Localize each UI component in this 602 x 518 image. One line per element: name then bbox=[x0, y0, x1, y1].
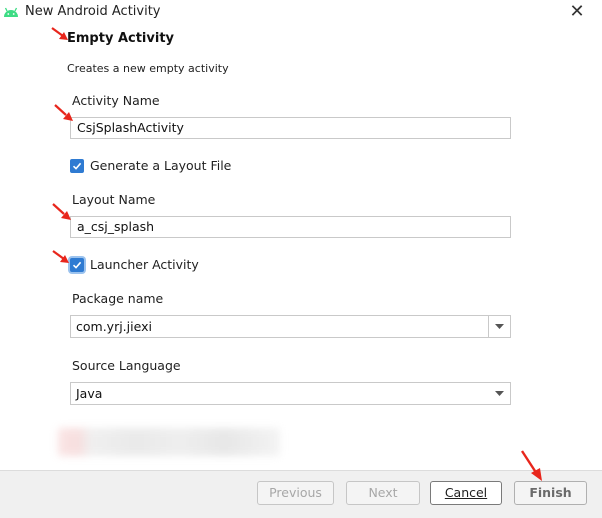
annotation-arrow-icon bbox=[520, 450, 542, 481]
annotation-arrow-icon bbox=[54, 104, 73, 121]
blurred-region bbox=[58, 428, 280, 456]
package-name-combo[interactable]: com.yrj.jiexi bbox=[70, 315, 511, 338]
page-subtitle: Creates a new empty activity bbox=[67, 62, 229, 75]
package-name-value[interactable]: com.yrj.jiexi bbox=[76, 318, 152, 335]
source-language-value: Java bbox=[76, 386, 103, 401]
page-title: Empty Activity bbox=[67, 31, 175, 46]
chevron-down-icon[interactable] bbox=[488, 316, 510, 337]
launcher-activity-checkbox[interactable] bbox=[70, 258, 84, 272]
source-language-label: Source Language bbox=[72, 358, 181, 373]
cancel-button[interactable]: Cancel bbox=[430, 481, 502, 505]
source-language-select[interactable]: Java bbox=[70, 382, 511, 405]
activity-name-label: Activity Name bbox=[72, 93, 160, 108]
activity-name-field[interactable]: CsjSplashActivity bbox=[70, 117, 511, 139]
annotation-arrow-icon bbox=[52, 250, 69, 263]
annotation-arrow-icon bbox=[52, 203, 71, 220]
cancel-button-label: Cancel bbox=[444, 485, 488, 500]
window-title: New Android Activity bbox=[25, 4, 161, 19]
generate-layout-checkbox[interactable] bbox=[70, 159, 84, 173]
chevron-down-icon[interactable] bbox=[489, 383, 510, 404]
finish-button[interactable]: Finish bbox=[514, 481, 587, 505]
checkmark-icon bbox=[72, 162, 82, 170]
checkmark-icon bbox=[72, 261, 82, 269]
annotation-arrow-icon bbox=[51, 27, 68, 40]
close-icon[interactable]: ✕ bbox=[566, 2, 588, 22]
layout-name-field[interactable]: a_csj_splash bbox=[70, 216, 511, 238]
android-icon bbox=[4, 7, 18, 17]
layout-name-label: Layout Name bbox=[72, 192, 156, 207]
package-name-label: Package name bbox=[72, 291, 164, 306]
generate-layout-label: Generate a Layout File bbox=[90, 158, 232, 173]
previous-button[interactable]: Previous bbox=[257, 481, 334, 505]
launcher-activity-label: Launcher Activity bbox=[90, 257, 199, 272]
next-button[interactable]: Next bbox=[346, 481, 420, 505]
title-bar: New Android Activity ✕ bbox=[0, 0, 602, 24]
